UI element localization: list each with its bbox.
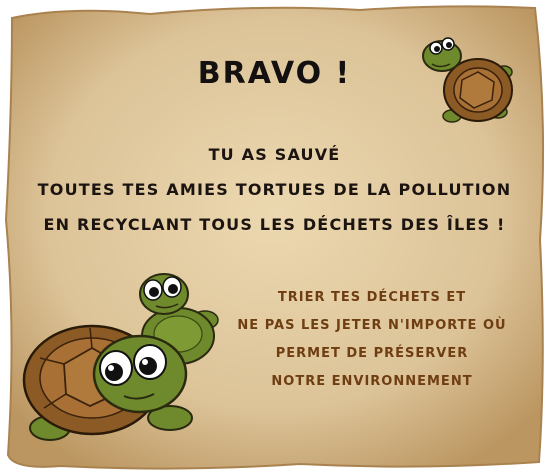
- message-line-3: EN RECYCLANT TOUS LES DÉCHETS DES ÎLES !: [43, 215, 506, 234]
- tip-line-3: PERMET DE PRÉSERVER: [275, 346, 469, 361]
- tip-line-1: TRIER TES DÉCHETS ET: [277, 290, 467, 305]
- message-line-1: TU AS SAUVÉ: [208, 145, 341, 164]
- message-line-2: TOUTES TES AMIES TORTUES DE LA POLLUTION: [37, 180, 512, 199]
- turtles-illustration: [22, 273, 219, 441]
- bravo-title: BRAVO !: [197, 56, 352, 91]
- tip-line-2: NE PAS LES JETER N'IMPORTE OÙ: [237, 318, 507, 333]
- tip-line-4: NOTRE ENVIRONNEMENT: [271, 374, 473, 389]
